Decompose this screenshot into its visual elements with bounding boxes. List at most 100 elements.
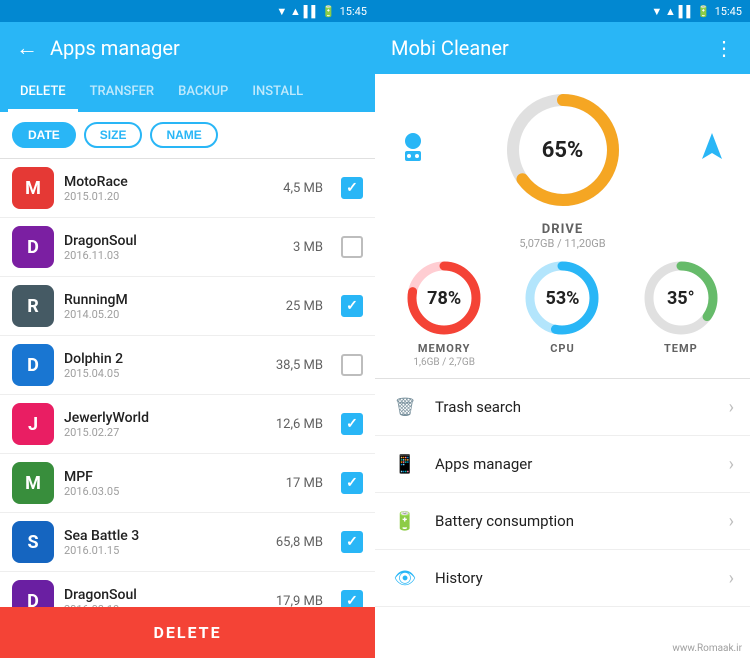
app-name: DragonSoul xyxy=(64,587,266,603)
left-header: ← Apps manager xyxy=(0,22,375,74)
menu-item-text: History xyxy=(435,569,713,587)
temp-percent: 35° xyxy=(667,288,695,309)
app-item: DDragonSoul2016.08.1917,9 MB xyxy=(0,572,375,607)
app-checkbox[interactable] xyxy=(341,236,363,258)
menu-item-text: Apps manager xyxy=(435,455,713,473)
app-item: DDragonSoul2016.11.033 MB xyxy=(0,218,375,277)
menu-item-icon: 🔋 xyxy=(391,507,419,535)
main-chart-row: 65% xyxy=(385,90,740,210)
left-panel: ▼ ▲ ▌▌ 🔋 15:45 ← Apps manager Delete Tra… xyxy=(0,0,375,658)
menu-item-text: Trash search xyxy=(435,398,713,416)
menu-item-text: Battery consumption xyxy=(435,512,713,530)
app-checkbox[interactable] xyxy=(341,531,363,553)
charts-area: 65% DRIVE 5,07GB / 11,20GB xyxy=(375,74,750,379)
memory-donut: 78% xyxy=(404,258,484,338)
app-item: RRunningM2014.05.2025 MB xyxy=(0,277,375,336)
watermark: www.Romaak.ir xyxy=(375,639,750,658)
right-title: Mobi Cleaner xyxy=(391,36,509,60)
tabs-row: Delete Transfer Backup Install xyxy=(0,74,375,112)
app-info: MotoRace2015.01.20 xyxy=(64,174,273,203)
memory-sub: 1,6GB / 2,7GB xyxy=(413,357,475,368)
status-bar-left: ▼ ▲ ▌▌ 🔋 15:45 xyxy=(0,0,375,22)
app-checkbox[interactable] xyxy=(341,590,363,607)
cpu-percent: 53% xyxy=(546,288,580,309)
app-icon: M xyxy=(12,462,54,504)
app-list: MMotoRace2015.01.204,5 MBDDragonSoul2016… xyxy=(0,159,375,607)
app-checkbox[interactable] xyxy=(341,295,363,317)
app-icon: R xyxy=(12,285,54,327)
filter-row: DATE SIZE NAME xyxy=(0,112,375,159)
app-item: M MPF2016.03.05 17 MB xyxy=(0,454,375,513)
cpu-label: CPU xyxy=(550,342,575,355)
app-info: Sea Battle 32016.01.15 xyxy=(64,528,266,557)
back-icon[interactable]: ← xyxy=(16,35,38,61)
app-info: Dolphin 22015.04.05 xyxy=(64,351,266,380)
app-name: DragonSoul xyxy=(64,233,283,249)
menu-item-chevron-icon: › xyxy=(729,397,734,418)
app-item: D Dolphin 22015.04.05 38,5 MB xyxy=(0,336,375,395)
status-bar-right: ▼ ▲ ▌▌ 🔋 15:45 xyxy=(375,0,750,22)
menu-item-icon: 📱 xyxy=(391,450,419,478)
app-item: MMotoRace2015.01.204,5 MB xyxy=(0,159,375,218)
memory-chart: 78% MEMORY 1,6GB / 2,7GB xyxy=(404,258,484,368)
filter-size[interactable]: SIZE xyxy=(84,122,143,148)
drive-percent: 65% xyxy=(542,138,584,163)
status-icons-right: ▼ ▲ ▌▌ 🔋 xyxy=(651,5,710,18)
filter-name[interactable]: NAME xyxy=(150,122,217,148)
app-size: 17 MB xyxy=(286,476,323,491)
drive-info: DRIVE 5,07GB / 11,20GB xyxy=(519,222,605,250)
menu-item-chevron-icon: › xyxy=(729,568,734,589)
app-checkbox[interactable] xyxy=(341,354,363,376)
memory-percent: 78% xyxy=(427,288,461,309)
temp-chart: 35° TEMP xyxy=(641,258,721,368)
menu-item-chevron-icon: › xyxy=(729,454,734,475)
app-icon: D xyxy=(12,226,54,268)
app-date: 2015.01.20 xyxy=(64,190,273,203)
app-icon: J xyxy=(12,403,54,445)
cpu-donut: 53% xyxy=(522,258,602,338)
more-icon[interactable]: ⋮ xyxy=(714,36,734,60)
menu-item-icon: 👁 xyxy=(391,564,419,592)
drive-title: DRIVE xyxy=(519,222,605,237)
tab-delete[interactable]: Delete xyxy=(8,74,78,112)
app-size: 65,8 MB xyxy=(276,535,323,550)
time-left: 15:45 xyxy=(340,5,367,18)
menu-item-history[interactable]: 👁 History › xyxy=(375,550,750,607)
memory-label: MEMORY xyxy=(418,342,471,355)
app-size: 38,5 MB xyxy=(276,358,323,373)
menu-list: 🗑 Trash search › 📱 Apps manager › 🔋 Battery con… xyxy=(375,379,750,639)
drive-sub: 5,07GB / 11,20GB xyxy=(519,237,605,250)
menu-item-chevron-icon: › xyxy=(729,511,734,532)
app-checkbox[interactable] xyxy=(341,472,363,494)
filter-date[interactable]: DATE xyxy=(12,122,76,148)
status-icons-left: ▼ ▲ ▌▌ 🔋 xyxy=(276,5,335,18)
app-icon: D xyxy=(12,344,54,386)
left-title: Apps manager xyxy=(50,36,180,60)
menu-item-icon: 🗑 xyxy=(391,393,419,421)
small-charts-row: 78% MEMORY 1,6GB / 2,7GB 53% CPU xyxy=(385,250,740,368)
main-donut: 65% xyxy=(503,90,623,210)
app-name: Dolphin 2 xyxy=(64,351,266,367)
menu-item-trash-search[interactable]: 🗑 Trash search › xyxy=(375,379,750,436)
app-date: 2015.04.05 xyxy=(64,367,266,380)
app-date: 2016.01.15 xyxy=(64,544,266,557)
tab-install[interactable]: Install xyxy=(240,74,315,112)
drive-left-icon xyxy=(395,129,431,172)
app-name: RunningM xyxy=(64,292,276,308)
app-size: 4,5 MB xyxy=(283,181,323,196)
tab-backup[interactable]: Backup xyxy=(166,74,240,112)
app-date: 2016.03.05 xyxy=(64,485,276,498)
cpu-chart: 53% CPU xyxy=(522,258,602,368)
time-right: 15:45 xyxy=(715,5,742,18)
app-checkbox[interactable] xyxy=(341,177,363,199)
app-item: SSea Battle 32016.01.1565,8 MB xyxy=(0,513,375,572)
menu-item-apps-manager[interactable]: 📱 Apps manager › xyxy=(375,436,750,493)
app-name: MotoRace xyxy=(64,174,273,190)
menu-item-battery-consumption[interactable]: 🔋 Battery consumption › xyxy=(375,493,750,550)
app-info: DragonSoul2016.08.19 xyxy=(64,587,266,608)
app-name: MPF xyxy=(64,469,276,485)
delete-button[interactable]: DELETE xyxy=(0,607,375,658)
app-name: JewerlyWorld xyxy=(64,410,266,426)
tab-transfer[interactable]: Transfer xyxy=(78,74,167,112)
app-checkbox[interactable] xyxy=(341,413,363,435)
